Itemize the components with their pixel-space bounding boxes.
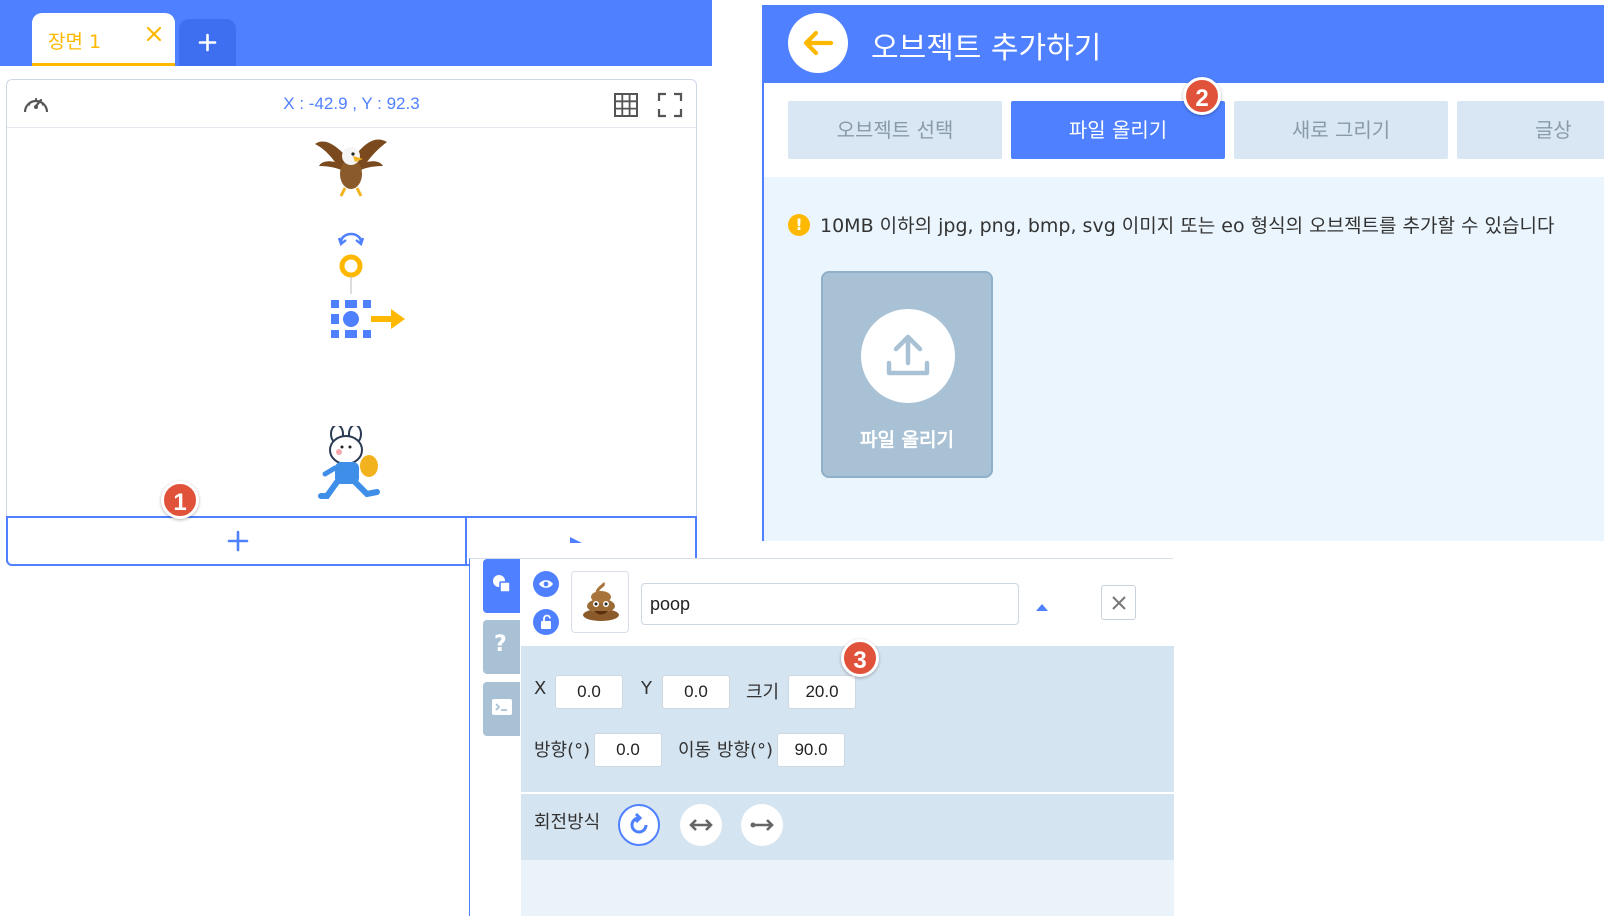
scene-tab-label: 장면 1 <box>48 31 102 53</box>
no-rotation-button[interactable] <box>741 804 783 846</box>
close-icon <box>1112 596 1126 610</box>
tab-select-object[interactable]: 오브젝트 선택 <box>788 101 1002 159</box>
rotate-icon <box>630 813 648 834</box>
plus-icon <box>227 530 249 552</box>
plus-icon <box>198 33 217 52</box>
scene-tab-1[interactable]: 장면 1 <box>32 13 175 66</box>
warning-icon: ! <box>788 214 810 236</box>
object-thumbnail[interactable] <box>571 571 629 633</box>
object-name-value: poop <box>650 594 691 614</box>
close-icon[interactable] <box>145 25 163 43</box>
upload-label: 파일 올리기 <box>859 429 954 451</box>
object-name-input[interactable]: poop <box>641 583 1019 625</box>
step-badge-3: 3 <box>841 639 879 677</box>
side-tab-objects[interactable] <box>483 559 520 613</box>
help-icon: ? <box>494 632 507 657</box>
upload-file-button[interactable]: 파일 올리기 <box>821 271 993 478</box>
coordinate-readout: X : -42.9 , Y : 92.3 <box>283 94 420 113</box>
caret-up-icon[interactable] <box>1035 597 1049 616</box>
side-tab-console[interactable] <box>483 682 520 736</box>
back-button[interactable] <box>788 13 848 73</box>
object-properties: X 0.0 Y 0.0 크기 20.0 방향(°) 0.0 이동 방향(°) 9… <box>521 646 1174 916</box>
grid-icon[interactable] <box>613 92 639 122</box>
right-arrow-icon <box>750 819 774 831</box>
step-badge-2: 2 <box>1183 77 1221 115</box>
fullscreen-icon[interactable] <box>657 92 683 122</box>
notice-text: 10MB 이하의 jpg, png, bmp, svg 이미지 또는 eo 형식… <box>820 215 1555 237</box>
upload-icon <box>861 309 955 403</box>
delete-object-button[interactable] <box>1101 585 1136 620</box>
tab-text-box[interactable]: 글상 <box>1457 101 1604 159</box>
entry-bunny-sprite[interactable] <box>317 424 387 514</box>
eye-icon[interactable] <box>533 571 559 597</box>
tab-draw-new[interactable]: 새로 그리기 <box>1234 101 1448 159</box>
next-property-row <box>521 860 1174 916</box>
arrow-left-icon <box>803 30 834 56</box>
poop-icon <box>583 582 619 621</box>
add-object-header: 오브젝트 추가하기 <box>764 5 1604 83</box>
size-input[interactable]: 20.0 <box>788 675 856 709</box>
rotation-mode-label: 회전방식 <box>534 812 601 833</box>
play-icon[interactable] <box>568 530 584 549</box>
add-object-panel: 오브젝트 추가하기 오브젝트 선택 파일 올리기 새로 그리기 글상 ! 10MB… <box>762 5 1604 541</box>
x-input[interactable]: 0.0 <box>555 675 623 709</box>
stage-toolbar: X : -42.9 , Y : 92.3 <box>7 80 696 128</box>
side-tab-help[interactable]: ? <box>483 620 520 674</box>
flip-horizontal-button[interactable] <box>680 804 722 846</box>
divider <box>521 792 1174 794</box>
scene-tab-bar: 장면 1 <box>0 0 712 66</box>
size-label: 크기 <box>746 682 780 703</box>
stage[interactable]: X : -42.9 , Y : 92.3 <box>6 79 697 566</box>
x-label: X <box>534 678 547 699</box>
object-header: poop <box>521 559 1174 646</box>
move-direction-label: 이동 방향(°) <box>678 740 774 761</box>
direction-label: 방향(°) <box>534 740 591 761</box>
y-label: Y <box>641 678 652 699</box>
object-property-panel: ? poop X 0.0 Y 0.0 크기 20.0 방향(°) 0.0 이동 … <box>469 558 1174 916</box>
unlock-icon[interactable] <box>533 609 559 635</box>
console-icon <box>492 699 512 715</box>
y-input[interactable]: 0.0 <box>662 675 730 709</box>
left-right-arrow-icon <box>689 819 713 831</box>
direction-input[interactable]: 0.0 <box>594 733 662 767</box>
objects-icon <box>493 575 511 593</box>
upload-notice: ! 10MB 이하의 jpg, png, bmp, svg 이미지 또는 eo 형… <box>788 211 1554 238</box>
rotate-free-button[interactable] <box>618 804 660 846</box>
step-badge-1: 1 <box>161 481 199 519</box>
move-direction-input[interactable]: 90.0 <box>777 733 845 767</box>
eagle-sprite[interactable] <box>313 132 389 202</box>
add-scene-button[interactable] <box>179 19 236 66</box>
add-object-button[interactable] <box>8 518 467 564</box>
add-object-title: 오브젝트 추가하기 <box>871 31 1102 66</box>
selection-handle[interactable] <box>325 232 409 352</box>
